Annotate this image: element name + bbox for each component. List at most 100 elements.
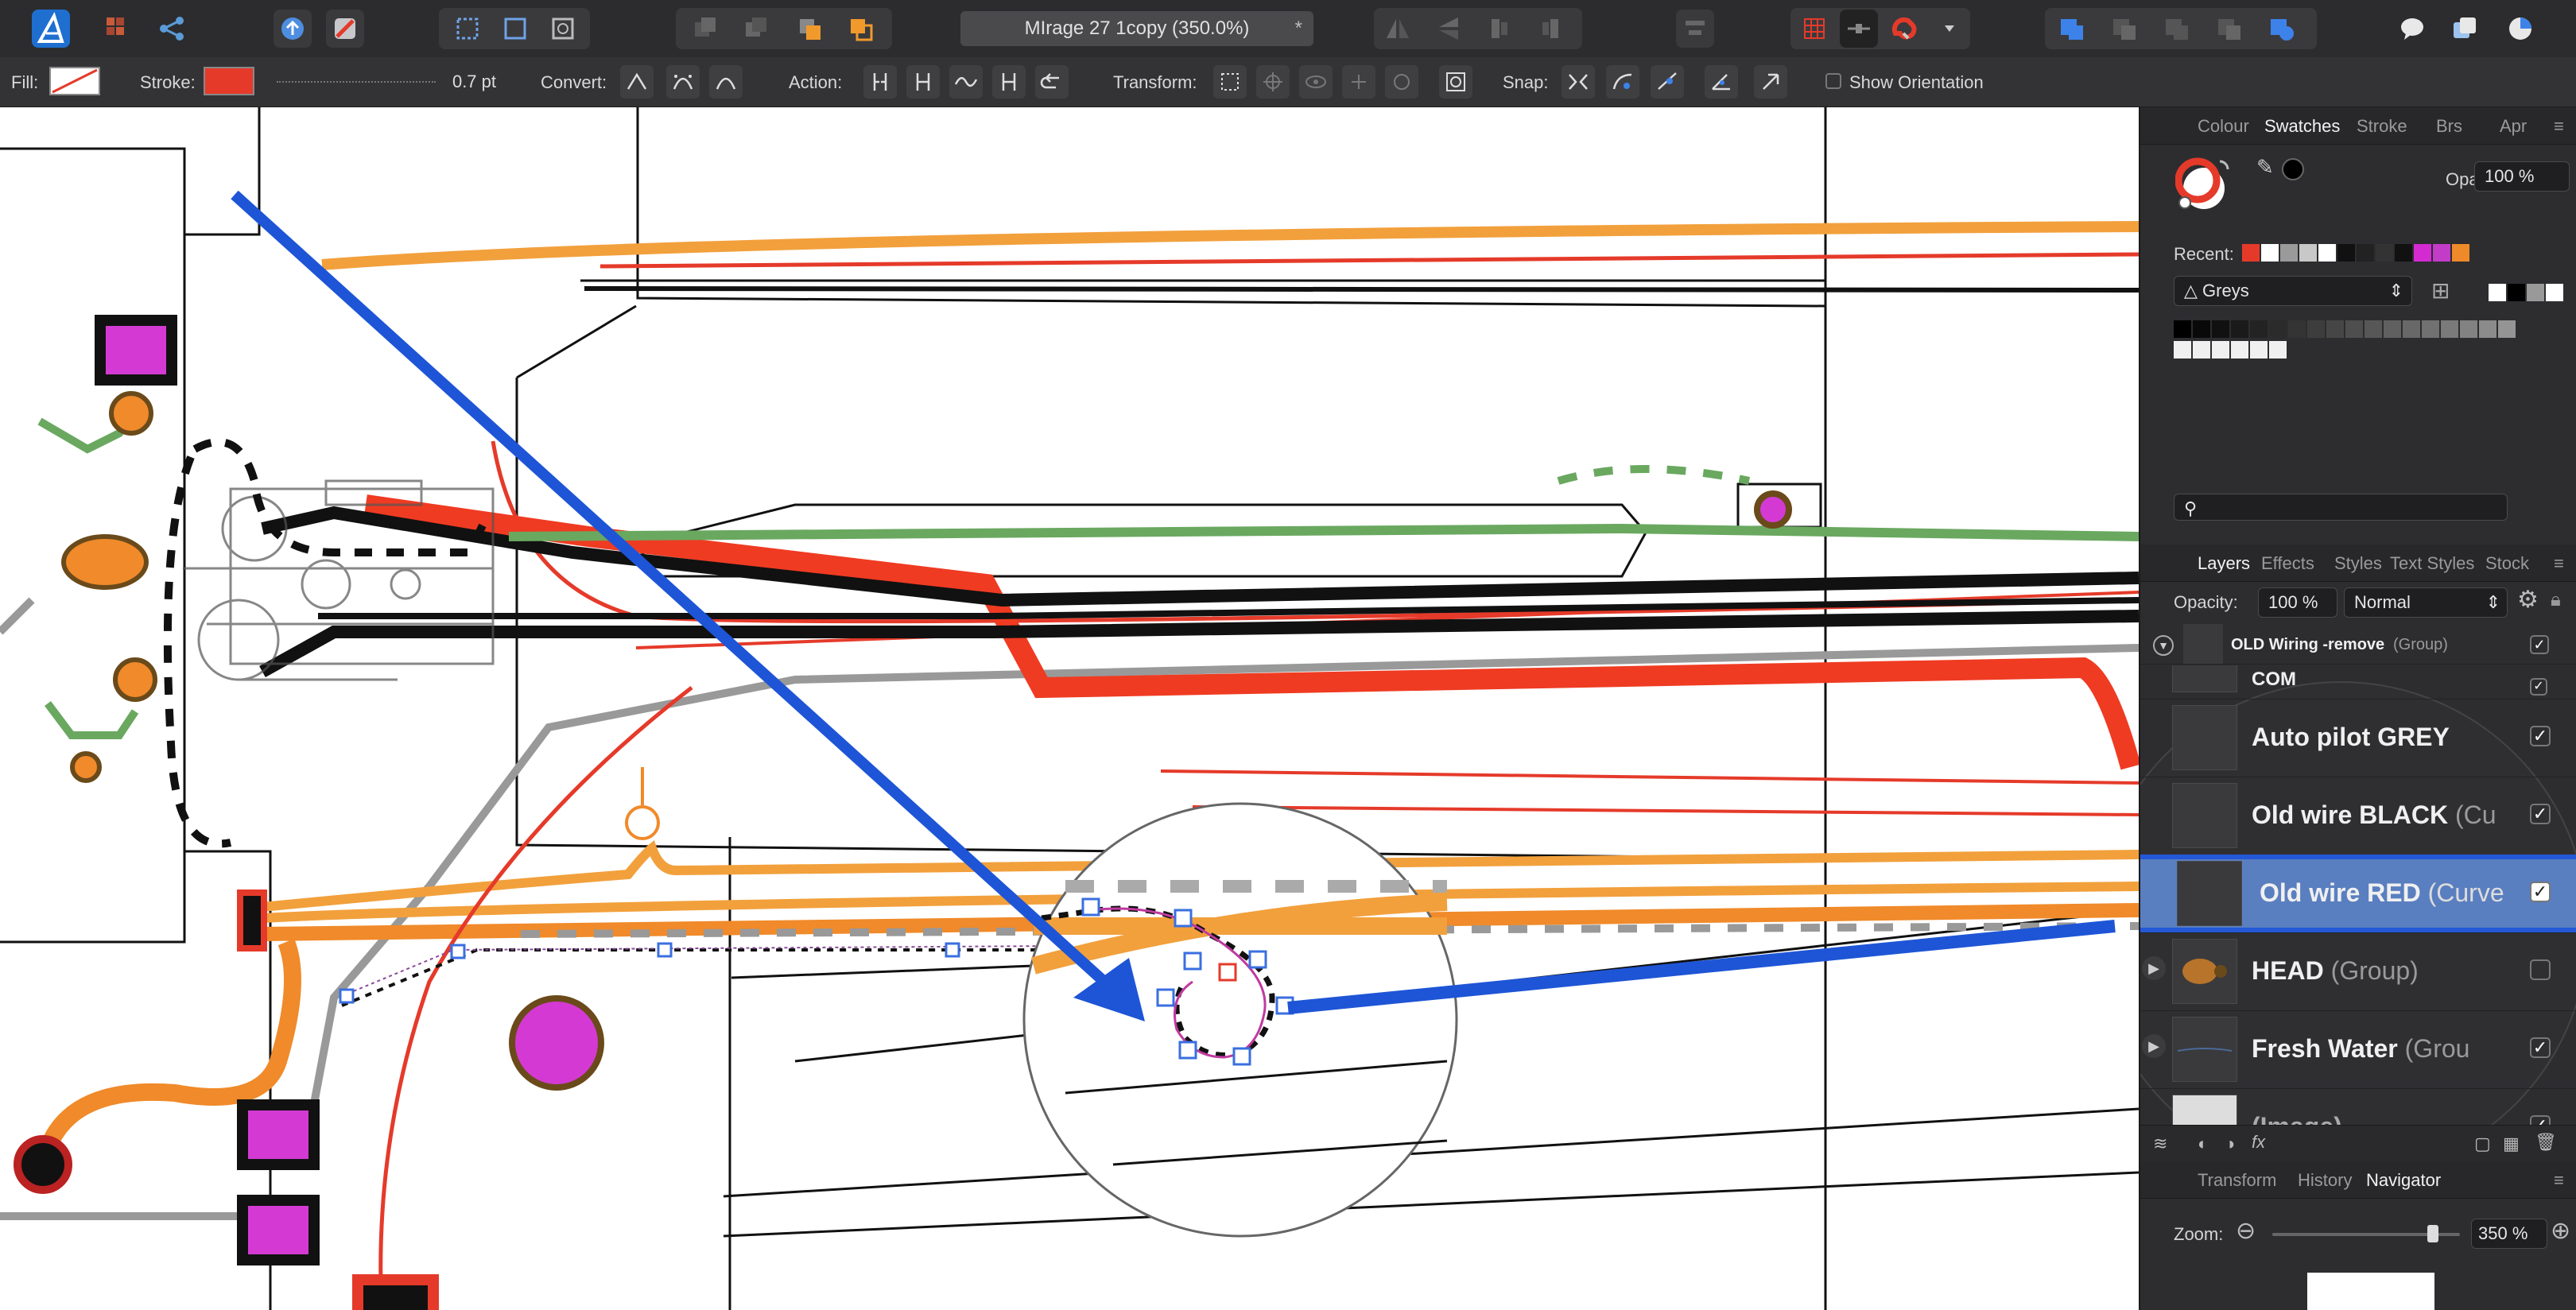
- grey-swatch[interactable]: [2269, 320, 2287, 338]
- wiring-drawing[interactable]: [0, 107, 2139, 1310]
- lock-icon[interactable]: 🔒︎: [2551, 589, 2561, 611]
- recent-swatch[interactable]: [2414, 244, 2431, 262]
- grey-swatch[interactable]: [2441, 320, 2458, 338]
- add-layer-icon[interactable]: ▢: [2474, 1134, 2491, 1154]
- close-curve-icon[interactable]: [906, 65, 940, 99]
- smooth-curve-icon[interactable]: [949, 65, 983, 99]
- grey-swatch[interactable]: [2174, 320, 2191, 338]
- recent-swatch[interactable]: [2318, 244, 2336, 262]
- align-nodes-icon[interactable]: [1342, 65, 1375, 99]
- rotate-left-icon[interactable]: [1480, 10, 1519, 48]
- snap-to-grid-icon[interactable]: [1840, 10, 1878, 48]
- flip-vertical-icon[interactable]: [1430, 10, 1468, 48]
- navigator-preview[interactable]: [2307, 1273, 2434, 1310]
- grey-swatch[interactable]: [2307, 320, 2325, 338]
- group-layers-icon[interactable]: ▦: [2503, 1134, 2520, 1154]
- snap-tangent-icon[interactable]: [1651, 65, 1684, 99]
- grey-swatch[interactable]: [2345, 320, 2363, 338]
- zoom-slider-knob[interactable]: [2427, 1225, 2439, 1242]
- grey-swatch[interactable]: [2365, 320, 2382, 338]
- grey-swatch[interactable]: [2288, 320, 2306, 338]
- grey-swatch[interactable]: [2174, 341, 2191, 359]
- palette-dropdown[interactable]: △ Greys ⇕: [2174, 276, 2412, 306]
- grey-swatch[interactable]: [2479, 320, 2496, 338]
- grey-swatch[interactable]: [2250, 341, 2268, 359]
- fill-stroke-selector[interactable]: [2175, 153, 2239, 217]
- layer-visibility-checkbox[interactable]: ✓: [2530, 678, 2547, 696]
- layer-visibility-checkbox[interactable]: ✓: [2530, 882, 2551, 902]
- grey-swatch[interactable]: [2384, 320, 2401, 338]
- zoom-in-icon[interactable]: ⊕: [2551, 1217, 2570, 1245]
- speech-bubble-icon[interactable]: [2393, 10, 2431, 48]
- snap-angle-icon[interactable]: [1705, 65, 1738, 99]
- tab-stroke[interactable]: Stroke: [2357, 116, 2407, 137]
- show-orientation-checkbox[interactable]: [1825, 73, 1841, 89]
- layer-visibility-checkbox[interactable]: ✓: [2530, 1037, 2551, 1058]
- grey-swatch[interactable]: [2231, 341, 2248, 359]
- pixel-persona-icon[interactable]: [99, 10, 137, 48]
- tab-text-styles[interactable]: Text Styles: [2390, 553, 2474, 574]
- assistant-icon[interactable]: [2446, 10, 2484, 48]
- tab-appearance[interactable]: Apr: [2500, 116, 2527, 137]
- document-title-tab[interactable]: MIrage 27 1copy (350.0%) *: [960, 11, 1313, 46]
- layer-opacity-field[interactable]: 100 %: [2258, 587, 2337, 618]
- layer-row-old-wire-black[interactable]: Old wire BLACK (Cu ✓: [2140, 777, 2576, 855]
- blend-mode-select[interactable]: Normal ⇕: [2344, 587, 2508, 618]
- add-boolean-icon[interactable]: [2053, 10, 2091, 48]
- grey-swatch[interactable]: [2212, 341, 2229, 359]
- layer-visibility-checkbox[interactable]: [2530, 959, 2551, 980]
- rotate-right-icon[interactable]: [1531, 10, 1569, 48]
- zoom-field[interactable]: 350 %: [2471, 1219, 2547, 1249]
- tab-history[interactable]: History: [2298, 1170, 2352, 1191]
- grey-swatch[interactable]: [2269, 341, 2287, 359]
- tab-navigator[interactable]: Navigator: [2366, 1170, 2441, 1191]
- tab-colour[interactable]: Colour: [2198, 116, 2249, 137]
- tab-layers[interactable]: Layers: [2198, 553, 2250, 574]
- document-canvas[interactable]: [0, 107, 2139, 1310]
- layer-group-row[interactable]: ▼ OLD Wiring -remove (Group) ✓: [2140, 624, 2576, 665]
- trash-icon[interactable]: 🗑︎: [2535, 1132, 2557, 1153]
- none-swatch[interactable]: [2489, 284, 2506, 301]
- black-swatch[interactable]: [2508, 284, 2525, 301]
- marquee-select-icon[interactable]: [448, 10, 487, 48]
- layer-visibility-checkbox[interactable]: ✓: [2530, 804, 2551, 824]
- move-front-icon[interactable]: [841, 10, 879, 48]
- flip-horizontal-icon[interactable]: [1379, 10, 1417, 48]
- move-backward-icon[interactable]: [736, 10, 774, 48]
- snapping-options-chevron-icon[interactable]: [1930, 10, 1969, 48]
- convert-smooth-icon[interactable]: [666, 65, 700, 99]
- transform-bounds-icon[interactable]: [544, 10, 582, 48]
- node-transform-icon[interactable]: [1385, 65, 1418, 99]
- swatch-opacity-field[interactable]: 100 %: [2474, 161, 2570, 192]
- app-logo-icon[interactable]: [32, 10, 70, 48]
- layer-row-fresh-water[interactable]: ▶ Fresh Water (Grou ✓: [2140, 1010, 2576, 1089]
- tab-effects[interactable]: Effects: [2261, 553, 2314, 574]
- grey-swatch[interactable]: [2193, 320, 2210, 338]
- rotation-center-icon[interactable]: [1256, 65, 1290, 99]
- stroke-swatch[interactable]: [204, 67, 254, 95]
- gear-icon[interactable]: ⚙: [2517, 586, 2539, 614]
- snap-extend-icon[interactable]: [1754, 65, 1787, 99]
- tab-styles[interactable]: Styles: [2334, 553, 2382, 574]
- align-icon[interactable]: [1676, 10, 1714, 48]
- layers-menu-icon[interactable]: ≡: [2554, 553, 2564, 574]
- join-curves-icon[interactable]: [992, 65, 1026, 99]
- tab-transform[interactable]: Transform: [2198, 1170, 2276, 1191]
- palette-grid-icon[interactable]: ⊞: [2431, 277, 2450, 304]
- layer-visibility-checkbox[interactable]: ✓: [2530, 726, 2551, 746]
- break-curve-icon[interactable]: [863, 65, 897, 99]
- share-icon[interactable]: [274, 10, 312, 48]
- snapping-magnet-icon[interactable]: [1884, 10, 1922, 48]
- grey-swatch[interactable]: [2460, 320, 2477, 338]
- transform-origin-icon[interactable]: [1439, 65, 1472, 99]
- grey-swatch[interactable]: [2422, 320, 2439, 338]
- recent-swatch[interactable]: [2299, 244, 2317, 262]
- convert-sharp-icon[interactable]: [620, 65, 654, 99]
- grey-swatch[interactable]: [2212, 320, 2229, 338]
- move-back-icon[interactable]: [685, 10, 724, 48]
- stroke-width-slider[interactable]: 0.7 pt: [270, 68, 501, 95]
- fx-icon[interactable]: fx: [2252, 1132, 2265, 1153]
- show-handles-icon[interactable]: [1299, 65, 1333, 99]
- grey-swatch[interactable]: [2250, 320, 2268, 338]
- tab-swatches[interactable]: Swatches: [2264, 116, 2340, 137]
